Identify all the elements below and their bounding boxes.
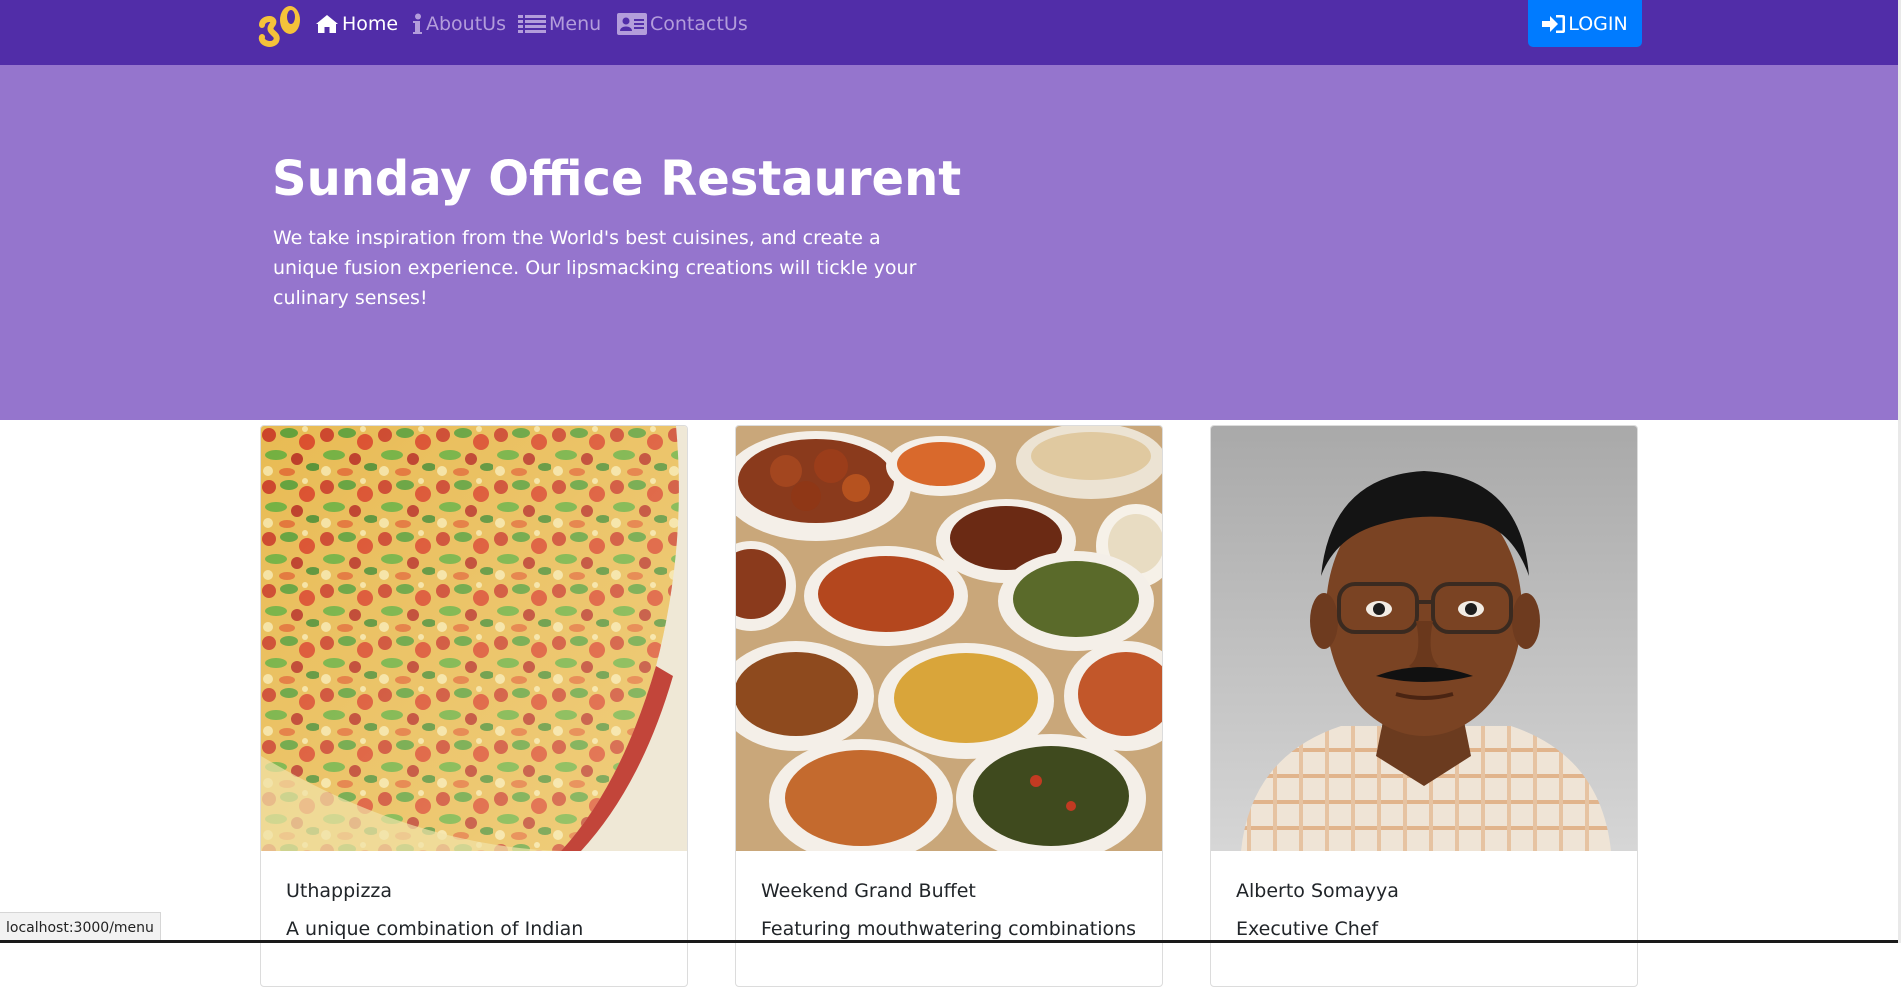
status-url: localhost:3000/menu <box>6 920 154 936</box>
nav-label-contactus: ContactUs <box>650 13 748 35</box>
card-leader: Alberto Somayya Executive Chef <box>1210 425 1638 987</box>
home-icon <box>316 15 338 33</box>
card-body: Weekend Grand Buffet Featuring mouthwate… <box>761 879 1136 941</box>
card-body: Alberto Somayya Executive Chef <box>1236 879 1399 941</box>
sign-in-icon <box>1542 14 1566 33</box>
nav-item-menu[interactable]: Menu <box>518 0 601 48</box>
hero-description: We take inspiration from the World's bes… <box>273 227 917 309</box>
jumbotron: Sunday Office Restaurent We take inspira… <box>0 65 1898 420</box>
card-title: Alberto Somayya <box>1236 880 1399 902</box>
chef-portrait <box>1211 426 1637 851</box>
buffet-photo <box>736 426 1162 851</box>
sunday-office-logo[interactable] <box>258 3 302 47</box>
pizza-photo <box>261 426 687 851</box>
login-label: LOGIN <box>1568 12 1628 35</box>
card-text: A unique combination of Indian <box>286 918 584 940</box>
info-icon <box>413 13 422 34</box>
address-card-icon <box>617 13 647 35</box>
nav-item-aboutus[interactable]: AboutUs <box>412 0 506 48</box>
browser-status-bar: localhost:3000/menu <box>0 912 161 943</box>
card-title: Uthappizza <box>286 880 393 902</box>
card-promotion: Weekend Grand Buffet Featuring mouthwate… <box>735 425 1163 987</box>
card-subtitle: Executive Chef <box>1236 918 1379 940</box>
card-body: Uthappizza A unique combination of India… <box>286 879 583 941</box>
nav-label-aboutus: AboutUs <box>426 13 506 35</box>
nav-item-contactus[interactable]: ContactUs <box>617 0 748 48</box>
nav-label-home: Home <box>342 13 399 35</box>
list-icon <box>518 15 546 33</box>
nav-item-home[interactable]: Home <box>315 0 398 48</box>
navbar: Home AboutUs Menu ContactUs LOGIN <box>0 0 1898 65</box>
card-dish: Uthappizza A unique combination of India… <box>260 425 688 987</box>
nav-label-menu: Menu <box>549 13 602 35</box>
card-text: Featuring mouthwatering combinations <box>761 918 1137 940</box>
card-title: Weekend Grand Buffet <box>761 880 976 902</box>
page-title: Sunday Office Restaurent <box>272 151 962 207</box>
login-button[interactable]: LOGIN <box>1528 0 1642 47</box>
